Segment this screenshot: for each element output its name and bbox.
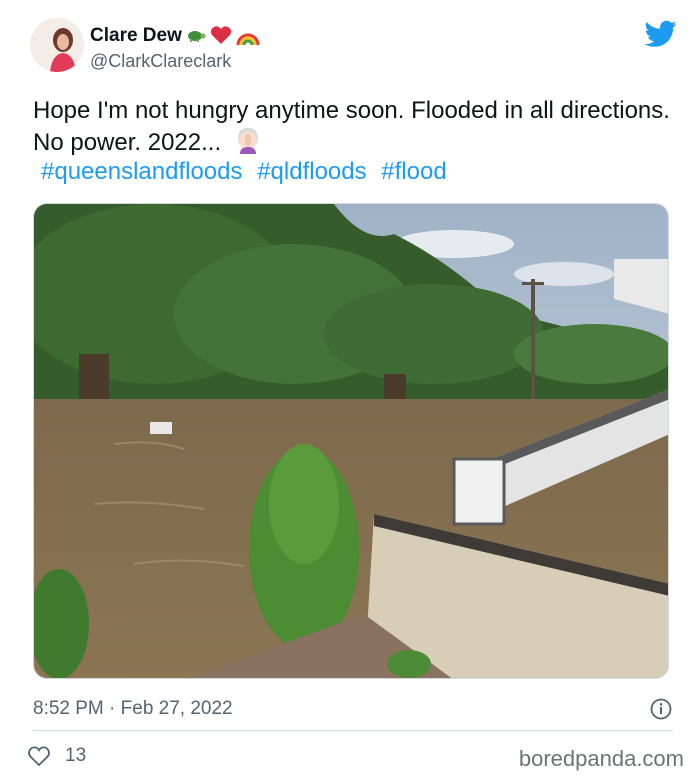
hashtag-link[interactable]: #flood xyxy=(381,158,446,185)
like-count: 13 xyxy=(65,745,87,766)
tweet-card: Clare Dew @ClarkClareclark Hope I'm not … xyxy=(0,0,700,783)
rainbow-emoji xyxy=(236,25,260,48)
divider xyxy=(33,730,673,731)
heart-icon[interactable] xyxy=(27,744,51,768)
watermark: boredpanda.com xyxy=(518,746,684,771)
tweet-body: Hope I'm not hungry anytime soon. Floode… xyxy=(33,97,670,156)
tweet-timestamp[interactable]: 8:52 PM · Feb 27, 2022 xyxy=(33,698,233,720)
like-row: 13 xyxy=(27,744,86,768)
twitter-bird-icon[interactable] xyxy=(645,20,677,48)
tweet-text: Hope I'm not hungry anytime soon. Floode… xyxy=(33,95,673,162)
display-name[interactable]: Clare Dew xyxy=(90,25,182,47)
user-handle[interactable]: @ClarkClareclark xyxy=(90,51,231,72)
red-heart-emoji xyxy=(210,25,232,48)
hashtag-link[interactable]: #queenslandfloods xyxy=(41,158,243,185)
name-row: Clare Dew xyxy=(90,24,260,48)
info-icon[interactable] xyxy=(650,698,672,720)
hashtag-list: #queenslandfloods #qldfloods #flood xyxy=(41,156,455,187)
turtle-emoji xyxy=(186,27,206,46)
hashtag-link[interactable]: #qldfloods xyxy=(257,158,366,185)
avatar[interactable] xyxy=(30,18,84,72)
tweet-photo[interactable] xyxy=(33,203,669,679)
